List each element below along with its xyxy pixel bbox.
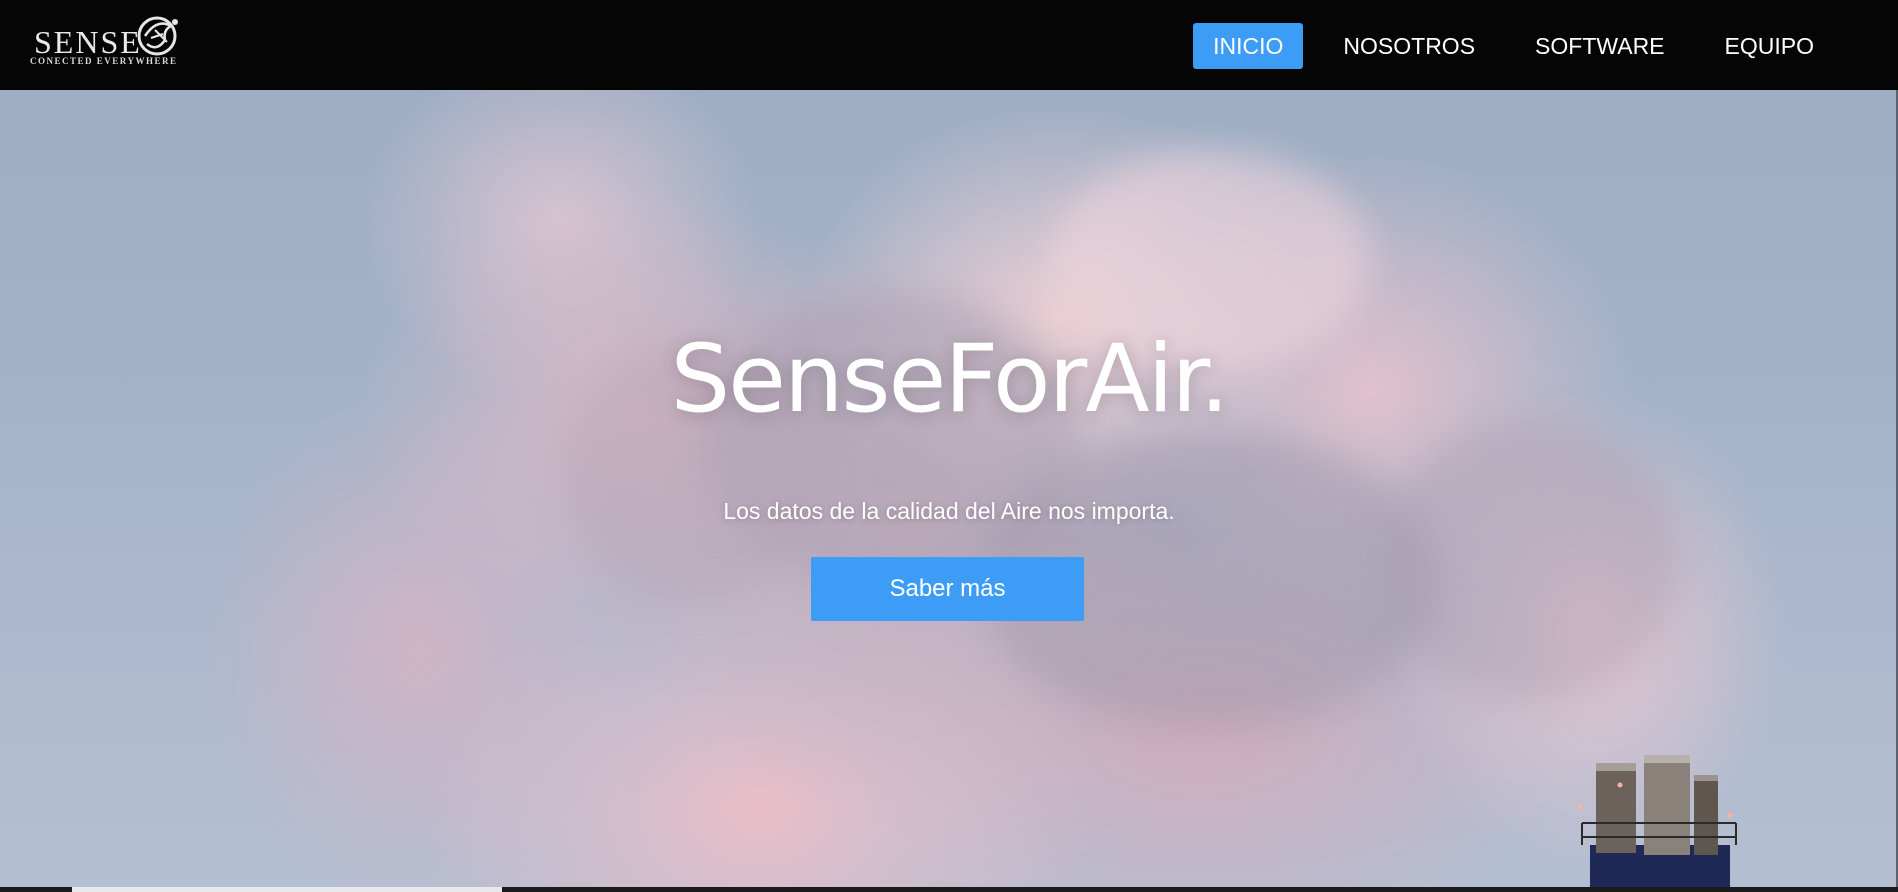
hero-subtitle: Los datos de la calidad del Aire nos imp… [723, 498, 1175, 524]
top-navbar: SENSE CONECTED EVERYWHERE INICIO NOSOTRO… [0, 0, 1898, 90]
nav-item-software[interactable]: SOFTWARE [1515, 23, 1684, 69]
horizontal-scrollbar[interactable] [0, 887, 1898, 892]
smokestack-image [1577, 755, 1737, 892]
nav-item-equipo[interactable]: EQUIPO [1705, 23, 1834, 69]
logo[interactable]: SENSE CONECTED EVERYWHERE [30, 12, 190, 74]
hero-title: SenseForAir. [670, 325, 1229, 434]
nav-item-nosotros[interactable]: NOSOTROS [1323, 23, 1495, 69]
logo-emblem-icon [137, 16, 178, 56]
hero-section: SenseForAir. Los datos de la calidad del… [0, 90, 1898, 892]
logo-tagline: CONECTED EVERYWHERE [30, 56, 178, 66]
nav-item-inicio[interactable]: INICIO [1193, 23, 1304, 69]
main-nav: INICIO NOSOTROS SOFTWARE EQUIPO [1173, 23, 1834, 69]
smoke-cloud [1380, 420, 1680, 700]
scrollbar-thumb[interactable] [72, 887, 502, 892]
saber-mas-button[interactable]: Saber más [811, 557, 1084, 621]
